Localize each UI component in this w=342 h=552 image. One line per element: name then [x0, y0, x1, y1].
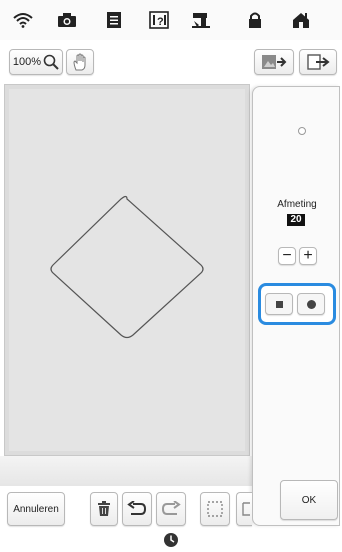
round-brush-button[interactable] — [297, 293, 325, 315]
export-button[interactable] — [299, 49, 337, 75]
help-icon[interactable]: ? — [148, 10, 170, 30]
plus-icon: + — [303, 247, 313, 264]
lock-icon[interactable] — [244, 10, 266, 30]
circle-icon — [306, 299, 316, 309]
machine-icon[interactable] — [191, 10, 213, 30]
import-button[interactable] — [254, 49, 294, 75]
diamond-shape — [50, 195, 204, 339]
undo-icon — [127, 501, 147, 515]
undo-button[interactable] — [122, 492, 152, 526]
tool-row: 100% — [0, 44, 342, 80]
cancel-label: Annuleren — [13, 503, 59, 515]
size-increase-button[interactable]: + — [299, 247, 317, 265]
size-value: 20 — [287, 214, 305, 226]
drawing-canvas[interactable] — [9, 89, 245, 451]
dashed-select-icon — [207, 501, 223, 517]
trash-icon — [98, 501, 110, 516]
camera-icon[interactable] — [56, 10, 78, 30]
svg-text:?: ? — [157, 16, 164, 28]
canvas-footer-strip — [0, 456, 252, 486]
status-footer — [0, 529, 342, 552]
hand-icon — [73, 53, 86, 71]
export-icon — [307, 54, 330, 70]
zoom-button[interactable]: 100% — [9, 49, 63, 75]
size-label: Afmeting — [277, 199, 317, 210]
stamp-settings-panel: Afmeting 20 − + OK — [252, 86, 340, 526]
document-icon[interactable] — [103, 10, 125, 30]
ok-label: OK — [301, 494, 317, 506]
partial-tool-icon — [241, 502, 250, 516]
import-image-icon — [262, 55, 287, 69]
brush-shape-selector — [258, 283, 336, 325]
wifi-icon[interactable] — [12, 10, 34, 30]
canvas-shapes — [50, 195, 204, 339]
more-tool-button[interactable] — [236, 492, 252, 526]
pan-button[interactable] — [66, 49, 94, 75]
brush-size-preview — [298, 127, 306, 135]
bottom-toolbar: Annuleren — [0, 488, 252, 528]
top-bar: ? — [0, 0, 342, 40]
delete-button[interactable] — [90, 492, 118, 526]
redo-icon — [161, 501, 181, 515]
area-select-button[interactable] — [200, 492, 230, 526]
cancel-button[interactable]: Annuleren — [7, 492, 65, 526]
ok-button[interactable]: OK — [280, 480, 338, 520]
magnifier-icon — [43, 54, 59, 70]
drawing-area-frame — [4, 84, 250, 456]
square-brush-button[interactable] — [265, 293, 293, 315]
home-icon[interactable] — [290, 10, 312, 30]
clock-icon[interactable] — [163, 532, 179, 548]
redo-button[interactable] — [156, 492, 186, 526]
size-decrease-button[interactable]: − — [278, 247, 296, 265]
zoom-value: 100% — [12, 56, 42, 68]
minus-icon: − — [282, 247, 292, 264]
square-icon — [275, 300, 283, 308]
